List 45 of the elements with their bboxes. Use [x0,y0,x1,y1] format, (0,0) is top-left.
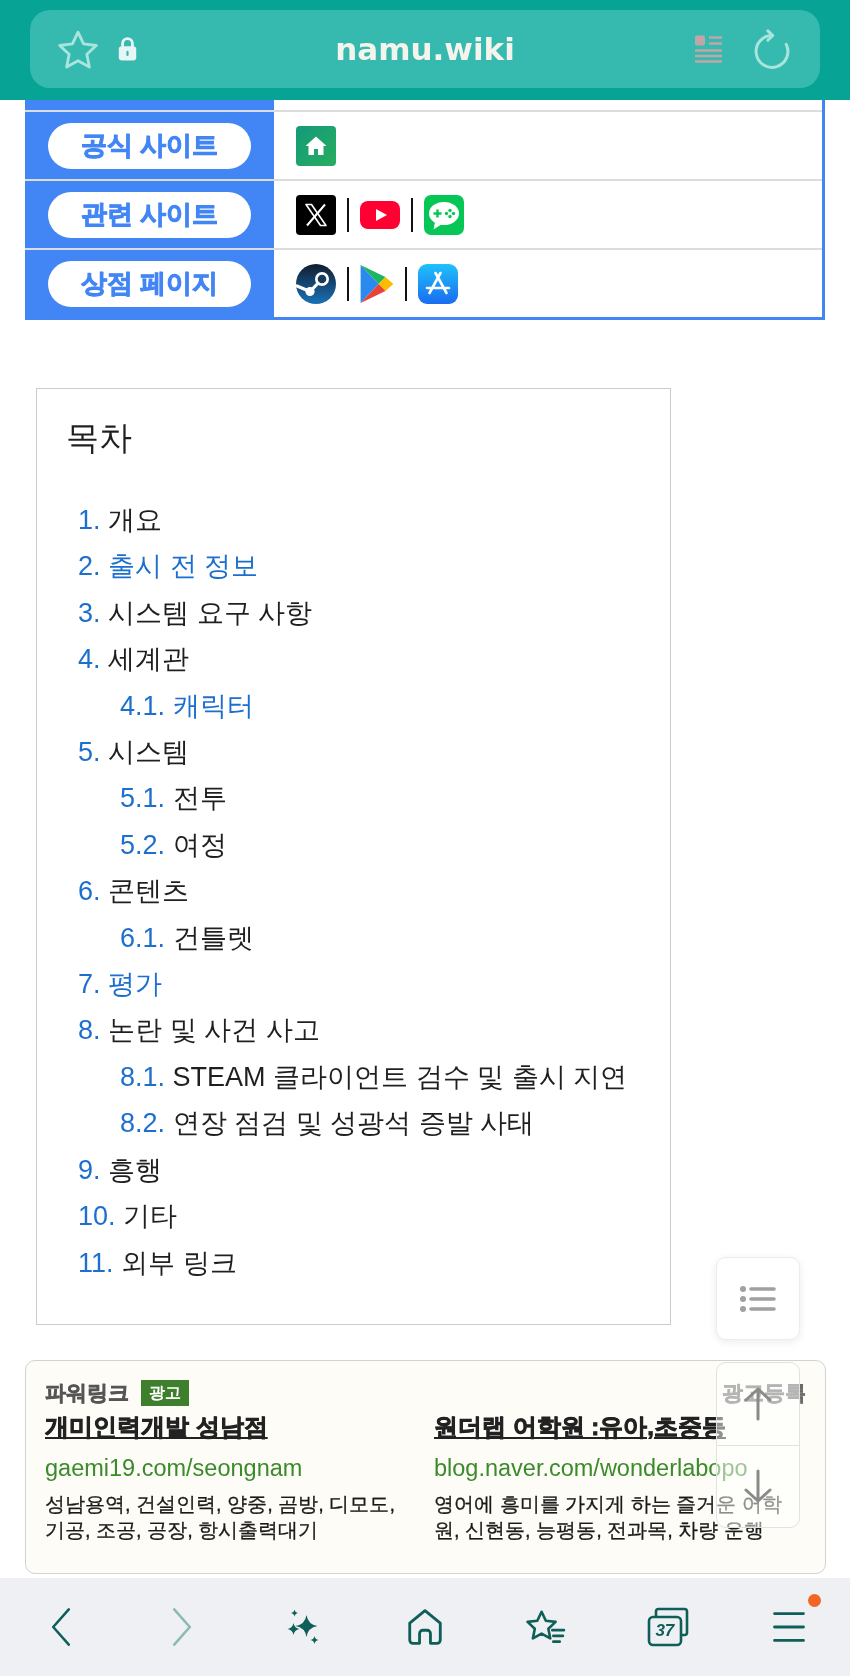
tabs-button[interactable]: 37 [646,1607,689,1647]
home-icon[interactable] [408,1609,442,1645]
toc-link[interactable]: 10. 기타 [78,1193,178,1240]
a-letter-icon[interactable] [418,263,458,304]
menu-icon[interactable] [773,1612,806,1642]
toc-link[interactable]: 2. 출시 전 정보 [78,543,259,590]
row-label: 관련 사이트 [48,191,251,238]
lock-icon [118,37,137,61]
toc-button[interactable] [716,1257,800,1340]
toc-link[interactable]: 7. 평가 [78,961,163,1008]
section-title: 파워링크 [45,1380,129,1407]
toc-link[interactable]: 5.2. 여정 [120,821,227,869]
game-chat-icon[interactable] [424,194,464,235]
star-list-icon[interactable] [526,1610,567,1644]
toc-link[interactable]: 8.1. STEAM 클라이언트 검수 및 출시 지연 [120,1053,628,1101]
toc-title: 목차 [66,418,132,458]
toc-link[interactable]: 8.2. 연장 점검 및 성광석 증발 사태 [120,1100,535,1147]
toc-link[interactable]: 5. 시스템 [78,729,190,776]
toc-link[interactable]: 11. 외부 링크 [78,1239,237,1286]
row-label: 공식 사이트 [48,122,251,169]
home-icon[interactable] [296,125,336,166]
toc-link[interactable]: 4.1. 캐릭터 [120,682,254,730]
x-letter-icon[interactable] [296,194,336,235]
address-text: namu.wiki [335,29,515,69]
toc-link[interactable]: 1. 개요 [78,497,163,544]
ad-description: 성남용역, 건설인력, 양중, 곰방, 디모도, 기공, 조공, 공장, 항시출력대기 [45,1491,396,1543]
star-icon[interactable] [58,29,98,69]
toc-link[interactable]: 4. 세계관 [78,636,190,683]
toc-link[interactable]: 5.1. 전투 [120,775,227,822]
toc-link[interactable]: 6. 콘텐츠 [78,868,190,915]
video-play-icon[interactable] [360,200,400,229]
ad-title-link[interactable]: 원더랩 어학원 :유아,초중등 [434,1412,726,1441]
list-icon [740,1285,776,1312]
row-label: 상점 페이지 [48,260,251,307]
ad-title-link[interactable]: 개미인력개발 성남점 [45,1412,268,1441]
toc-link[interactable]: 3. 시스템 요구 사항 [78,589,313,637]
play-triangle-icon[interactable] [360,264,394,303]
ad-url-link[interactable]: blog.naver.com/wonderlabopo [434,1452,748,1483]
disc-logo-icon[interactable] [296,263,336,304]
toc-link[interactable]: 6.1. 건틀렛 [120,914,254,962]
toc-link[interactable]: 9. 흥행 [78,1146,163,1194]
back-icon[interactable] [50,1608,71,1646]
toc-link[interactable]: 8. 논란 및 사건 사고 [78,1007,320,1054]
ad-url-link[interactable]: gaemi19.com/seongnam [45,1452,303,1483]
ad-badge: 광고 [141,1379,189,1406]
